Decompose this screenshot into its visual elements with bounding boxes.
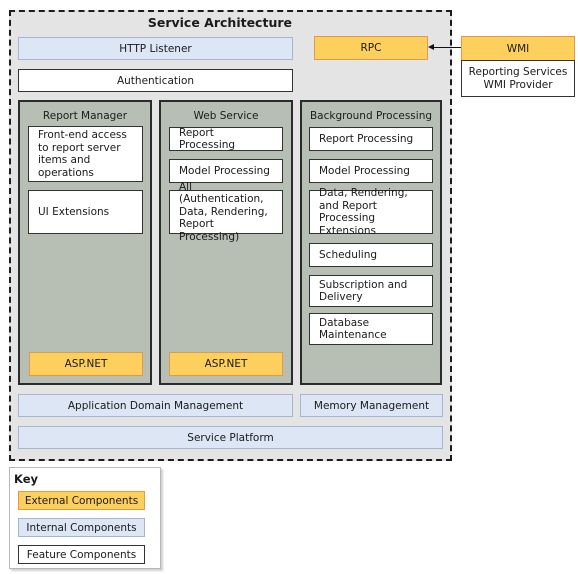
legend-internal-components: Internal Components (18, 518, 145, 537)
background-item-model-processing: Model Processing (309, 159, 433, 183)
legend-external-components: External Components (18, 491, 145, 510)
report-manager-title: Report Manager (42, 110, 128, 122)
web-service-item-all: All (Authentication, Data, Rendering, Re… (169, 181, 283, 243)
web-service-title: Web Service (193, 110, 259, 122)
background-processing-title: Background Processing (309, 110, 433, 122)
report-manager-item-front-end: Front-end access to report server items … (28, 126, 143, 182)
report-manager-aspnet-box: ASP.NET (29, 352, 143, 376)
background-item-database-maintenance: Database Maintenance (309, 313, 433, 345)
wmi-to-rpc-arrow-line (432, 47, 461, 48)
background-item-scheduling: Scheduling (309, 243, 433, 267)
wmi-box: WMI (461, 36, 575, 60)
background-item-subscription: Subscription and Delivery (309, 275, 433, 307)
web-service-item-report-processing: Report Processing (169, 127, 283, 151)
http-listener-box: HTTP Listener (18, 37, 293, 60)
legend-title: Key (14, 472, 39, 486)
application-domain-management-box: Application Domain Management (18, 394, 293, 417)
report-manager-item-ui-extensions: UI Extensions (28, 190, 143, 234)
background-item-extensions: Data, Rendering, and Report Processing E… (309, 187, 433, 237)
service-architecture-title: Service Architecture (147, 15, 292, 30)
web-service-aspnet-box: ASP.NET (169, 352, 283, 376)
background-item-report-processing: Report Processing (309, 127, 433, 151)
wmi-provider-box: Reporting Services WMI Provider (461, 60, 575, 97)
service-platform-box: Service Platform (18, 426, 443, 449)
arrow-head-icon (428, 44, 434, 50)
memory-management-box: Memory Management (300, 394, 443, 417)
web-service-item-model-processing: Model Processing (169, 159, 283, 183)
authentication-box: Authentication (18, 69, 293, 92)
legend-feature-components: Feature Components (18, 545, 145, 564)
rpc-box: RPC (314, 36, 428, 60)
